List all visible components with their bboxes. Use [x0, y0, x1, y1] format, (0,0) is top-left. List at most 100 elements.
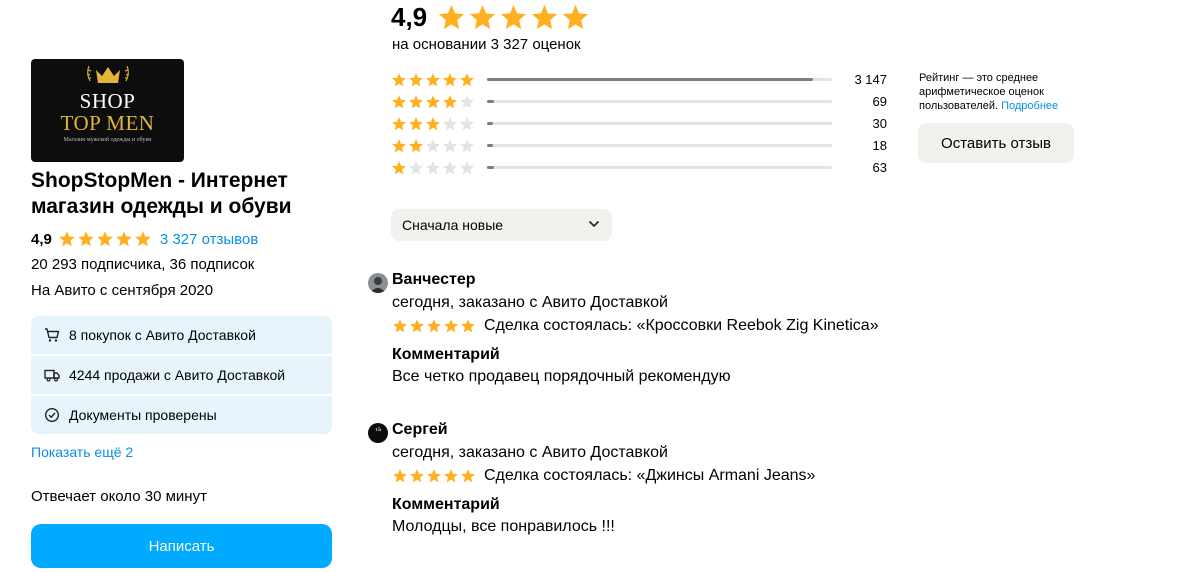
cart-icon [45, 328, 60, 342]
star-filled-icon [392, 139, 406, 153]
rating-bar [487, 122, 832, 125]
rating-bar-fill [487, 100, 495, 103]
star-filled-icon [393, 469, 407, 483]
rating-row-stars [391, 116, 475, 132]
rating-row-count: 3 147 [854, 72, 887, 87]
shop-logo[interactable]: SHOP TOP MEN Магазин мужской одежды и об… [31, 59, 184, 162]
star-filled-icon [461, 469, 475, 483]
badge-documents-text: Документы проверены [69, 407, 217, 423]
star-filled-icon [135, 231, 151, 247]
write-button[interactable]: Написать [31, 524, 332, 568]
star-empty-icon [443, 117, 457, 131]
rating-row-count: 30 [872, 116, 887, 131]
rating-row-4: 69 [391, 94, 887, 110]
star-filled-icon [563, 4, 589, 29]
star-filled-icon [427, 469, 441, 483]
rating-note-link[interactable]: Подробнее [1001, 100, 1058, 112]
rating-row-1: 63 [391, 160, 887, 176]
truck-icon [44, 369, 60, 382]
overall-rating-value: 4,9 [391, 1, 428, 32]
subscribers-info: 20 293 подписчика, 36 подписок [31, 256, 255, 273]
rating-bar-fill [487, 144, 494, 147]
review-deal: Сделка состоялась: «Джинсы Armani Jeans» [484, 467, 816, 484]
avatar[interactable] [368, 423, 388, 443]
badge-sales-text: 4244 продажи с Авито Доставкой [69, 367, 286, 383]
star-filled-icon [444, 469, 458, 483]
star-filled-icon [409, 73, 423, 87]
star-filled-icon [460, 73, 474, 87]
badge-sales: 4244 продажи с Авито Доставкой [31, 356, 332, 394]
star-empty-icon [460, 95, 474, 109]
overall-rating-stars [437, 3, 590, 32]
rating-row-stars [391, 94, 475, 110]
review-stars [392, 468, 476, 484]
rating-note: Рейтинг — это среднее арифметическое оце… [919, 71, 1079, 113]
rating-row-5: 3 147 [391, 72, 887, 88]
star-filled-icon [410, 319, 424, 333]
star-filled-icon [501, 4, 527, 29]
review-deal-line: Сделка состоялась: «Кроссовки Reebok Zig… [392, 316, 879, 336]
badge-documents: Документы проверены [31, 396, 332, 434]
review-deal-line: Сделка состоялась: «Джинсы Armani Jeans» [392, 466, 815, 486]
star-filled-icon [392, 73, 406, 87]
shop-name[interactable]: ShopStopMen - Интернет магазин одежды и … [31, 168, 341, 220]
star-filled-icon [443, 95, 457, 109]
rating-bar-fill [487, 166, 494, 169]
review-author[interactable]: Сергей [392, 421, 448, 439]
sort-selected-value: Сначала новые [402, 217, 504, 233]
star-filled-icon [439, 4, 465, 29]
rating-row-3: 30 [391, 116, 887, 132]
star-filled-icon [392, 95, 406, 109]
star-filled-icon [410, 469, 424, 483]
show-more-link[interactable]: Показать ещё 2 [31, 444, 133, 460]
rating-bar [487, 144, 832, 147]
star-filled-icon [59, 231, 75, 247]
logo-line-shop: SHOP [79, 89, 136, 113]
rating-bar [487, 78, 832, 81]
star-filled-icon [409, 117, 423, 131]
star-filled-icon [444, 319, 458, 333]
leave-review-button[interactable]: Оставить отзыв [918, 123, 1074, 163]
logo-line-topmen: TOP MEN [60, 111, 155, 135]
star-empty-icon [409, 161, 423, 175]
rating-bar [487, 100, 832, 103]
star-filled-icon [78, 231, 94, 247]
star-filled-icon [393, 319, 407, 333]
rating-row-2: 18 [391, 138, 887, 154]
rating-row-stars [391, 72, 475, 88]
sort-select[interactable]: Сначала новые [391, 209, 612, 241]
avatar[interactable] [368, 273, 388, 293]
star-filled-icon [426, 117, 440, 131]
review-comment-title: Комментарий [392, 346, 500, 363]
review-comment: Молодцы, все понравилось !!! [392, 518, 615, 535]
review-deal: Сделка состоялась: «Кроссовки Reebok Zig… [484, 317, 879, 334]
review-author[interactable]: Ванчестер [392, 271, 476, 289]
badge-purchases-text: 8 покупок с Авито Доставкой [69, 327, 256, 343]
seller-rating: 4,9 3 327 отзывов [31, 229, 258, 249]
badge-purchases: 8 покупок с Авито Доставкой [31, 316, 332, 354]
rating-row-count: 69 [872, 94, 887, 109]
logo-tagline: Магазин мужской одежды и обуви [63, 137, 152, 143]
rating-bar [487, 166, 832, 169]
star-filled-icon [461, 319, 475, 333]
seller-rating-stars [58, 230, 152, 248]
review-stars [392, 318, 476, 334]
star-filled-icon [409, 139, 423, 153]
star-filled-icon [116, 231, 132, 247]
star-filled-icon [426, 73, 440, 87]
chevron-down-icon [588, 220, 600, 228]
star-empty-icon [443, 161, 457, 175]
response-time: Отвечает около 30 минут [31, 488, 207, 505]
star-empty-icon [460, 161, 474, 175]
star-filled-icon [427, 319, 441, 333]
rating-row-stars [391, 138, 475, 154]
star-empty-icon [426, 161, 440, 175]
star-filled-icon [97, 231, 113, 247]
star-empty-icon [460, 139, 474, 153]
ratings-count: на основании 3 327 оценок [392, 36, 581, 53]
review-comment-title: Комментарий [392, 496, 500, 513]
seller-rating-value: 4,9 [31, 230, 52, 248]
reviews-count-link[interactable]: 3 327 отзывов [160, 231, 258, 248]
review-meta: сегодня, заказано с Авито Доставкой [392, 294, 668, 311]
star-filled-icon [392, 117, 406, 131]
